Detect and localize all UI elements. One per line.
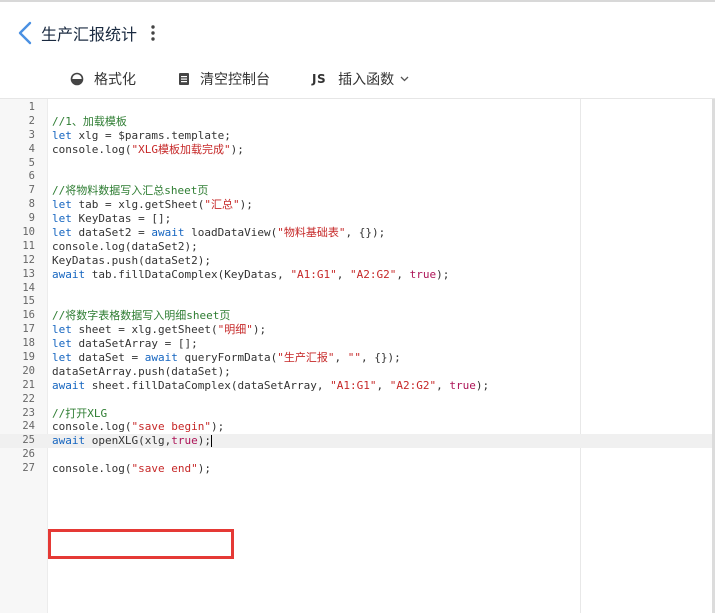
code-editor[interactable]: 1 2 //1、加载模板 3 let xlg = $params.template; 4 c… bbox=[0, 98, 715, 613]
code-text[interactable]: let dataSet = await queryFormData("生产汇报"… bbox=[52, 351, 401, 365]
document-icon bbox=[179, 73, 189, 85]
code-line[interactable]: 19 let dataSet = await queryFormData("生产汇… bbox=[0, 351, 712, 365]
line-number: 10 bbox=[22, 226, 35, 239]
chevron-down-icon bbox=[400, 76, 409, 82]
code-text[interactable]: let sheet = xlg.getSheet("明细"); bbox=[52, 323, 266, 337]
editor-toolbar: 格式化 清空控制台 JS 插入函数 bbox=[0, 62, 715, 98]
code-text[interactable]: let tab = xlg.getSheet("汇总"); bbox=[52, 198, 253, 212]
code-line[interactable]: 13 await tab.fillDataComplex(KeyDatas, "A… bbox=[0, 268, 712, 282]
code-text[interactable]: console.log("XLG模板加载完成"); bbox=[52, 143, 244, 157]
code-text[interactable]: //打开XLG bbox=[52, 407, 107, 421]
page-title: 生产汇报统计 bbox=[41, 25, 138, 44]
code-text[interactable]: let dataSet2 = await loadDataView("物料基础表… bbox=[52, 226, 385, 240]
code-text[interactable]: console.log("save end"); bbox=[52, 462, 211, 476]
code-line[interactable]: 25 await openXLG(xlg,true); bbox=[0, 434, 712, 449]
clear-console-label: 清空控制台 bbox=[200, 72, 270, 88]
line-number: 7 bbox=[28, 184, 35, 197]
code-line[interactable]: 16 //将数字表格数据写入明细sheet页 bbox=[0, 309, 712, 323]
code-line[interactable]: 2 //1、加载模板 bbox=[0, 115, 712, 129]
format-icon bbox=[70, 72, 84, 86]
code-text[interactable]: await openXLG(xlg,true); bbox=[52, 434, 212, 448]
line-number: 18 bbox=[22, 337, 35, 350]
code-line[interactable]: 4 console.log("XLG模板加载完成"); bbox=[0, 143, 712, 157]
back-arrow-icon[interactable] bbox=[16, 20, 36, 46]
code-line[interactable]: 10 let dataSet2 = await loadDataView("物料基… bbox=[0, 226, 712, 240]
code-line[interactable]: 15 bbox=[0, 295, 712, 309]
line-number: 21 bbox=[22, 378, 35, 391]
insert-function-dropdown[interactable]: JS 插入函数 bbox=[312, 68, 419, 90]
line-number: 27 bbox=[22, 462, 35, 475]
line-number: 20 bbox=[22, 364, 35, 377]
code-line[interactable]: 24 console.log("save begin"); bbox=[0, 420, 712, 434]
code-line[interactable]: 7 //将物料数据写入汇总sheet页 bbox=[0, 184, 712, 198]
code-line[interactable]: 11 console.log(dataSet2); bbox=[0, 240, 712, 254]
code-line[interactable]: 23 //打开XLG bbox=[0, 407, 712, 421]
code-line[interactable]: 21 await sheet.fillDataComplex(dataSetArr… bbox=[0, 379, 712, 393]
insert-function-label: 插入函数 bbox=[338, 72, 395, 88]
format-label: 格式化 bbox=[94, 72, 136, 88]
code-text[interactable]: let dataSetArray = []; bbox=[52, 337, 198, 351]
code-text[interactable]: console.log(dataSet2); bbox=[52, 240, 198, 254]
code-line[interactable]: 5 bbox=[0, 157, 712, 171]
code-text[interactable]: KeyDatas.push(dataSet2); bbox=[52, 254, 211, 268]
line-number: 13 bbox=[22, 267, 35, 280]
clear-console-button[interactable]: 清空控制台 bbox=[178, 68, 270, 90]
line-number: 11 bbox=[22, 239, 35, 252]
code-text[interactable]: dataSetArray.push(dataSet); bbox=[52, 365, 231, 379]
code-line[interactable]: 12 KeyDatas.push(dataSet2); bbox=[0, 254, 712, 268]
text-cursor bbox=[210, 435, 212, 448]
code-line[interactable]: 26 bbox=[0, 448, 712, 462]
line-number: 16 bbox=[22, 309, 35, 322]
line-number: 24 bbox=[22, 420, 35, 433]
code-line[interactable]: 8 let tab = xlg.getSheet("汇总"); bbox=[0, 198, 712, 212]
more-options-icon[interactable] bbox=[147, 22, 159, 44]
code-text[interactable]: await sheet.fillDataComplex(dataSetArray… bbox=[52, 379, 489, 393]
code-text[interactable]: console.log("save begin"); bbox=[52, 420, 224, 434]
line-number: 2 bbox=[28, 114, 35, 127]
page-header: 生产汇报统计 bbox=[0, 0, 715, 62]
code-line[interactable]: 3 let xlg = $params.template; bbox=[0, 129, 712, 143]
code-line[interactable]: 6 bbox=[0, 170, 712, 184]
code-text[interactable]: await tab.fillDataComplex(KeyDatas, "A1:… bbox=[52, 268, 449, 282]
format-button[interactable]: 格式化 bbox=[70, 68, 136, 90]
line-number: 19 bbox=[22, 351, 35, 364]
line-number: 26 bbox=[22, 448, 35, 461]
line-number: 25 bbox=[22, 434, 35, 447]
line-number: 17 bbox=[22, 323, 35, 336]
code-content[interactable]: 1 2 //1、加载模板 3 let xlg = $params.template; 4 c… bbox=[0, 101, 712, 476]
line-number: 14 bbox=[22, 281, 35, 294]
line-number: 5 bbox=[28, 156, 35, 169]
code-line[interactable]: 9 let KeyDatas = []; bbox=[0, 212, 712, 226]
line-number: 12 bbox=[22, 253, 35, 266]
js-icon: JS bbox=[312, 72, 327, 86]
code-line[interactable]: 18 let dataSetArray = []; bbox=[0, 337, 712, 351]
code-text[interactable]: let KeyDatas = []; bbox=[52, 212, 171, 226]
code-line[interactable]: 14 bbox=[0, 282, 712, 296]
line-number: 15 bbox=[22, 295, 35, 308]
annotation-highlight-box bbox=[48, 529, 234, 559]
code-line[interactable]: 17 let sheet = xlg.getSheet("明细"); bbox=[0, 323, 712, 337]
line-number: 6 bbox=[28, 170, 35, 183]
code-text[interactable]: //将数字表格数据写入明细sheet页 bbox=[52, 309, 230, 323]
line-number: 4 bbox=[28, 142, 35, 155]
line-number: 9 bbox=[28, 212, 35, 225]
line-number: 8 bbox=[28, 198, 35, 211]
line-number: 22 bbox=[22, 392, 35, 405]
line-number: 3 bbox=[28, 128, 35, 141]
code-line[interactable]: 20 dataSetArray.push(dataSet); bbox=[0, 365, 712, 379]
code-text[interactable]: //1、加载模板 bbox=[52, 115, 127, 129]
line-number: 1 bbox=[28, 101, 35, 113]
code-line[interactable]: 22 bbox=[0, 393, 712, 407]
code-text[interactable]: //将物料数据写入汇总sheet页 bbox=[52, 184, 208, 198]
code-line[interactable]: 27 console.log("save end"); bbox=[0, 462, 712, 476]
code-line[interactable]: 1 bbox=[0, 101, 712, 115]
line-number: 23 bbox=[22, 406, 35, 419]
code-text[interactable]: let xlg = $params.template; bbox=[52, 129, 231, 143]
